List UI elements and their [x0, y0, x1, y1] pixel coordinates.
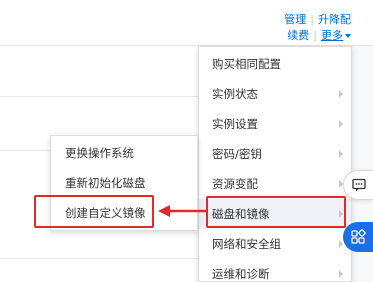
- divider: |: [313, 29, 317, 42]
- menu-item-resource-change[interactable]: 资源变配: [199, 169, 351, 199]
- menu-item-label: 密码/密钥: [212, 147, 262, 161]
- submenu-item-replace-os[interactable]: 更换操作系统: [51, 138, 197, 168]
- instance-actions: 管理 | 升降配 续费 | 更多: [284, 12, 351, 44]
- apps-button[interactable]: [343, 222, 373, 252]
- chat-bubble-icon: [351, 178, 366, 192]
- divider: |: [310, 13, 314, 26]
- menu-item-label: 运维和诊断: [212, 267, 270, 281]
- more-dropdown-link[interactable]: 更多: [321, 29, 343, 42]
- chevron-right-icon: [339, 240, 343, 248]
- highlight-box-create-custom-image: [34, 195, 154, 228]
- submenu-item-label: 重新初始化磁盘: [65, 176, 146, 190]
- renew-link[interactable]: 续费: [287, 29, 309, 42]
- highlight-box-disk-and-image: [206, 196, 346, 228]
- menu-item-label: 购买相同配置: [212, 57, 281, 71]
- menu-item-ops-diagnostics[interactable]: 运维和诊断: [199, 259, 351, 282]
- menu-item-instance-status[interactable]: 实例状态: [199, 79, 351, 109]
- chevron-right-icon: [339, 270, 343, 278]
- menu-item-label: 实例设置: [212, 117, 258, 131]
- menu-item-label: 资源变配: [212, 177, 258, 191]
- chevron-right-icon: [339, 90, 343, 98]
- chevron-right-icon: [339, 150, 343, 158]
- menu-item-network-security-group[interactable]: 网络和安全组: [199, 229, 351, 259]
- submenu-item-label: 更换操作系统: [65, 146, 134, 160]
- arrow-left-icon: [158, 205, 206, 217]
- manage-link[interactable]: 管理: [284, 13, 306, 26]
- upgrade-link[interactable]: 升降配: [318, 13, 351, 26]
- menu-item-label: 网络和安全组: [212, 237, 281, 251]
- menu-item-label: 实例状态: [212, 87, 258, 101]
- submenu-item-reinit-disk[interactable]: 重新初始化磁盘: [51, 168, 197, 198]
- table-row-divider: [0, 258, 205, 259]
- more-actions-menu: 购买相同配置 实例状态 实例设置 密码/密钥 资源变配 磁盘和镜像 网络和安全组…: [198, 46, 352, 282]
- chevron-right-icon: [339, 120, 343, 128]
- table-row-divider: [0, 96, 205, 97]
- menu-item-password-key[interactable]: 密码/密钥: [199, 139, 351, 169]
- menu-item-buy-same-config[interactable]: 购买相同配置: [199, 49, 351, 79]
- apps-grid-icon: [351, 229, 366, 244]
- menu-item-instance-settings[interactable]: 实例设置: [199, 109, 351, 139]
- chat-button[interactable]: [343, 170, 373, 200]
- caret-down-icon: [345, 34, 351, 38]
